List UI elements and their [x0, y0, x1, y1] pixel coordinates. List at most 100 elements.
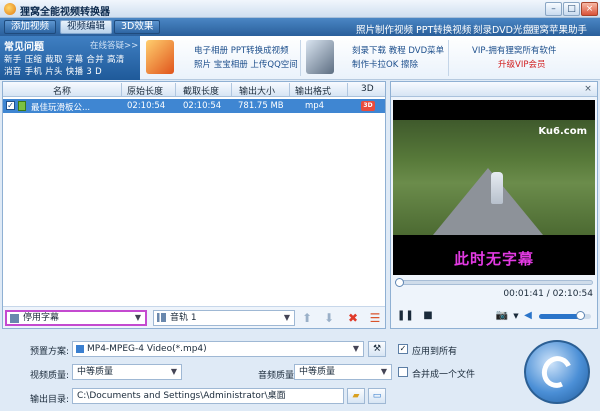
- col-separator: [289, 83, 290, 96]
- 3d-icon[interactable]: 3D: [361, 101, 375, 111]
- video-quality-value: 中等质量: [77, 367, 114, 377]
- app-title: 狸窝全能视频转换器: [20, 7, 110, 18]
- dvd-icon: [306, 40, 334, 74]
- col-name[interactable]: 名称: [53, 84, 71, 97]
- merge-checkbox[interactable]: [398, 367, 408, 377]
- merge-label: 合并成一个文件: [412, 370, 476, 380]
- faq-links-row-1[interactable]: 新手 压缩 截取 字幕 合并 高清: [4, 53, 125, 65]
- video-edit-button[interactable]: 视频编辑: [60, 20, 113, 34]
- burn-dvd-link[interactable]: 刻录DVD光盘: [473, 22, 532, 36]
- subtitle-select[interactable]: 停用字幕 ▼: [5, 310, 147, 326]
- online-help-link[interactable]: 在线答疑>>: [90, 39, 138, 51]
- row-output-format: mp4: [305, 101, 325, 111]
- video-skater: [491, 172, 503, 204]
- video-file-icon: [18, 101, 26, 111]
- list-toolbar: 停用字幕 ▼ 音轨 1 ▼ ⬆ ⬇ ✖ ☰: [3, 306, 385, 328]
- chevron-down-icon[interactable]: ▼: [381, 365, 387, 379]
- camera-icon[interactable]: 📷: [495, 309, 509, 323]
- preset-value: MP4-MPEG-4 Video(*.mp4): [87, 344, 207, 354]
- ppt-to-video-link[interactable]: PPT转换视频: [416, 22, 471, 36]
- output-settings: 预置方案: MP4-MPEG-4 Video(*.mp4) ▼ ⚒ ✓ 应用到所…: [0, 332, 600, 411]
- app-logo-icon: [4, 3, 16, 15]
- pause-icon[interactable]: ❚❚: [397, 309, 414, 323]
- chevron-down-icon[interactable]: ▼: [353, 342, 359, 356]
- col-separator: [121, 83, 122, 96]
- audio-track-value: 音轨 1: [170, 313, 197, 323]
- audio-quality-select[interactable]: 中等质量 ▼: [294, 364, 392, 380]
- clear-list-icon[interactable]: ☰: [367, 310, 383, 326]
- minimize-icon[interactable]: –: [545, 2, 562, 16]
- video-road: [433, 168, 543, 235]
- volume-icon[interactable]: ◀: [521, 309, 535, 323]
- move-up-icon[interactable]: ⬆: [299, 310, 315, 326]
- volume-slider[interactable]: [539, 311, 591, 320]
- col-clip-length[interactable]: 截取长度: [183, 84, 219, 97]
- promo-dvd-line1[interactable]: 刻录下载 教程 DVD菜单: [352, 44, 444, 56]
- add-video-button[interactable]: 添加视频: [4, 20, 57, 34]
- photo-to-video-link[interactable]: 照片制作视频: [356, 22, 413, 36]
- folder-icon[interactable]: ▰: [347, 388, 365, 404]
- playback-timecode: 00:01:41 / 02:10:54: [503, 289, 593, 299]
- preset-label: 预置方案:: [30, 347, 70, 357]
- stop-icon[interactable]: ■: [421, 309, 435, 323]
- row-name: 最佳玩滑板公...: [31, 103, 91, 113]
- audio-quality-label: 音频质量:: [258, 371, 298, 381]
- preset-select[interactable]: MP4-MPEG-4 Video(*.mp4) ▼: [72, 341, 364, 357]
- promo-dvd-line2[interactable]: 制作卡拉OK 擦除: [352, 58, 418, 70]
- close-icon[interactable]: ×: [581, 2, 598, 16]
- chevron-down-icon[interactable]: ▼: [135, 312, 141, 324]
- promo-banner: 常见问题 在线答疑>> 新手 压缩 截取 字幕 合并 高清 消音 手机 片头 快…: [0, 36, 600, 80]
- video-quality-select[interactable]: 中等质量 ▼: [72, 364, 182, 380]
- col-separator: [347, 83, 348, 96]
- window-controls: – □ ×: [544, 2, 598, 16]
- volume-handle[interactable]: [575, 311, 585, 320]
- col-3d[interactable]: 3D: [361, 84, 374, 94]
- table-row[interactable]: ✓ 最佳玩滑板公... 02:10:54 02:10:54 781.75 MB …: [3, 99, 385, 113]
- open-folder-icon[interactable]: ▭: [368, 388, 386, 404]
- close-preview-icon[interactable]: ×: [582, 83, 594, 95]
- progress-handle[interactable]: [395, 278, 404, 287]
- video-quality-label: 视频质量:: [30, 371, 70, 381]
- audio-icon: [157, 313, 166, 322]
- apple-assistant-link[interactable]: 狸窝苹果助手: [530, 22, 587, 36]
- promo-vip-line1[interactable]: VIP-拥有狸窝所有软件: [472, 44, 556, 56]
- apply-all-checkbox[interactable]: ✓: [398, 344, 408, 354]
- faq-links-row-2[interactable]: 消音 手机 片头 快播 3 D: [4, 65, 102, 77]
- row-checkbox[interactable]: ✓: [6, 101, 15, 110]
- faq-panel: 常见问题 在线答疑>> 新手 压缩 截取 字幕 合并 高清 消音 手机 片头 快…: [0, 36, 140, 80]
- col-output-size[interactable]: 输出大小: [239, 84, 275, 97]
- 3d-effect-button[interactable]: 3D效果: [114, 20, 161, 34]
- chevron-down-icon[interactable]: ▼: [171, 365, 177, 379]
- col-output-format[interactable]: 输出格式: [295, 84, 331, 97]
- mp4-icon: [76, 345, 84, 353]
- file-list-panel: 名称 原始长度 截取长度 输出大小 输出格式 3D ✓ 最佳玩滑板公... 02…: [2, 81, 386, 329]
- convert-button[interactable]: [524, 340, 590, 404]
- advanced-settings-icon[interactable]: ⚒: [368, 341, 386, 357]
- output-dir-input[interactable]: C:\Documents and Settings\Administrator\…: [72, 388, 344, 404]
- audio-quality-value: 中等质量: [299, 367, 336, 377]
- promo-album-line1[interactable]: 电子相册 PPT转换成视频: [194, 44, 289, 56]
- maximize-icon[interactable]: □: [563, 2, 580, 16]
- move-down-icon[interactable]: ⬇: [321, 310, 337, 326]
- upgrade-vip-link[interactable]: 升级VIP会员: [498, 58, 545, 70]
- col-original-length[interactable]: 原始长度: [127, 84, 163, 97]
- file-list-header: 名称 原始长度 截取长度 输出大小 输出格式 3D: [3, 82, 385, 97]
- audio-track-select[interactable]: 音轨 1 ▼: [153, 310, 295, 326]
- apply-all-label: 应用到所有: [412, 347, 458, 357]
- title-bar: 狸窝全能视频转换器 – □ ×: [0, 0, 600, 18]
- faq-title: 常见问题: [4, 42, 44, 53]
- delete-icon[interactable]: ✖: [345, 310, 361, 326]
- ppt-icon: [146, 40, 174, 74]
- promo-album-line2[interactable]: 照片 宝宝相册 上传QQ空间: [194, 58, 298, 70]
- col-separator: [175, 83, 176, 96]
- row-original-length: 02:10:54: [127, 101, 166, 111]
- banner-divider: [300, 40, 301, 76]
- subtitle-icon: [10, 314, 19, 323]
- output-dir-label: 输出目录:: [30, 395, 70, 405]
- banner-divider: [448, 40, 449, 76]
- output-dir-value: C:\Documents and Settings\Administrator\…: [77, 391, 286, 401]
- video-preview[interactable]: Ku6.com 此时无字幕: [393, 100, 595, 275]
- chevron-down-icon[interactable]: ▼: [284, 311, 290, 325]
- playback-progress-bar[interactable]: [395, 278, 593, 287]
- row-clip-length: 02:10:54: [183, 101, 222, 111]
